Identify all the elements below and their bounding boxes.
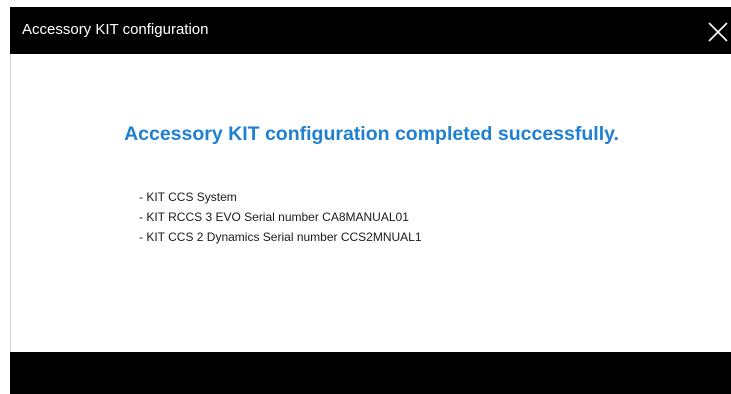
dialog-window: Accessory KIT configuration Accessory KI… — [0, 0, 731, 394]
kit-list-item: - KIT RCCS 3 EVO Serial number CA8MANUAL… — [139, 210, 409, 224]
title-bar: Accessory KIT configuration — [10, 7, 731, 54]
kit-list: - KIT CCS System - KIT RCCS 3 EVO Serial… — [139, 187, 422, 247]
footer-bar — [10, 352, 731, 394]
success-heading: Accessory KIT configuration completed su… — [124, 123, 619, 145]
kit-list-item: - KIT CCS System — [139, 190, 237, 204]
close-button[interactable] — [701, 14, 731, 46]
window-title: Accessory KIT configuration — [22, 21, 209, 38]
dialog-content: Accessory KIT configuration completed su… — [10, 54, 731, 352]
close-icon — [708, 22, 728, 42]
kit-list-item: - KIT CCS 2 Dynamics Serial number CCS2M… — [139, 230, 422, 244]
